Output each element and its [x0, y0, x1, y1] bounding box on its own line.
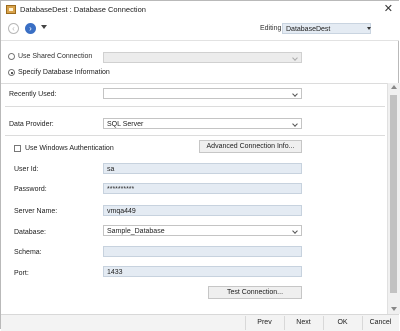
data-provider-label: Data Provider:	[9, 121, 54, 128]
divider	[1, 83, 387, 84]
scroll-up-icon[interactable]	[391, 85, 397, 89]
database-value: Sample_Database	[107, 227, 165, 235]
footer-bar: Prev Next OK Cancel	[1, 314, 399, 331]
recently-used-select[interactable]	[103, 88, 302, 99]
chevron-down-icon	[292, 55, 298, 61]
use-shared-connection-radio[interactable]	[8, 53, 15, 60]
shared-connection-select	[103, 52, 302, 63]
database-connection-icon	[6, 5, 16, 14]
chevron-down-icon	[292, 121, 298, 127]
editing-value: DatabaseDest	[286, 25, 331, 33]
forward-arrow-icon[interactable]: ›	[25, 23, 36, 34]
specify-database-radio[interactable]	[8, 69, 15, 76]
next-button[interactable]: Next	[284, 316, 322, 330]
scroll-thumb[interactable]	[390, 95, 397, 293]
title-bar: DatabaseDest : Database Connection ✕	[1, 1, 399, 18]
server-name-field[interactable]: vmqa449	[103, 205, 302, 216]
user-id-label: User Id:	[14, 166, 39, 173]
data-provider-value: SQL Server	[107, 120, 144, 128]
history-dropdown-icon[interactable]	[41, 25, 47, 29]
ok-button[interactable]: OK	[323, 316, 361, 330]
back-arrow-icon[interactable]: ‹	[8, 23, 19, 34]
chevron-down-icon[interactable]	[367, 27, 371, 30]
close-icon[interactable]: ✕	[384, 2, 393, 15]
port-field[interactable]: 1433	[103, 266, 302, 277]
database-select[interactable]: Sample_Database	[103, 225, 302, 236]
password-value: **********	[107, 185, 135, 193]
user-id-field[interactable]: sa	[103, 163, 302, 174]
prev-button[interactable]: Prev	[245, 316, 283, 330]
chevron-down-icon	[292, 228, 298, 234]
toolbar: ‹ › Editing: DatabaseDest	[1, 18, 399, 41]
port-label: Port:	[14, 270, 29, 277]
server-name-value: vmqa449	[107, 207, 136, 215]
windows-auth-checkbox[interactable]	[14, 145, 21, 152]
cancel-button[interactable]: Cancel	[362, 316, 398, 330]
password-field[interactable]: **********	[103, 183, 302, 194]
editing-select[interactable]: DatabaseDest	[282, 23, 371, 34]
recently-used-label: Recently Used:	[9, 91, 57, 98]
dialog-window: DatabaseDest : Database Connection ✕ ‹ ›…	[0, 0, 400, 331]
chevron-down-icon	[292, 91, 298, 97]
vertical-scrollbar[interactable]	[387, 83, 400, 314]
window-title: DatabaseDest : Database Connection	[20, 5, 146, 14]
data-provider-select[interactable]: SQL Server	[103, 118, 302, 129]
advanced-connection-button[interactable]: Advanced Connection Info...	[199, 140, 302, 153]
divider	[5, 135, 385, 136]
server-name-label: Server Name:	[14, 208, 58, 215]
port-value: 1433	[107, 268, 123, 276]
schema-field[interactable]	[103, 246, 302, 257]
user-id-value: sa	[107, 165, 115, 173]
specify-database-label: Specify Database Information	[18, 69, 110, 76]
database-label: Database:	[14, 229, 46, 236]
windows-auth-label: Use Windows Authentication	[25, 145, 114, 152]
password-label: Password:	[14, 186, 47, 193]
editing-label: Editing:	[260, 25, 284, 32]
scroll-down-icon[interactable]	[391, 307, 397, 311]
use-shared-connection-label: Use Shared Connection	[18, 53, 93, 60]
divider	[5, 106, 385, 107]
schema-label: Schema:	[14, 249, 42, 256]
test-connection-button[interactable]: Test Connection...	[208, 286, 302, 299]
